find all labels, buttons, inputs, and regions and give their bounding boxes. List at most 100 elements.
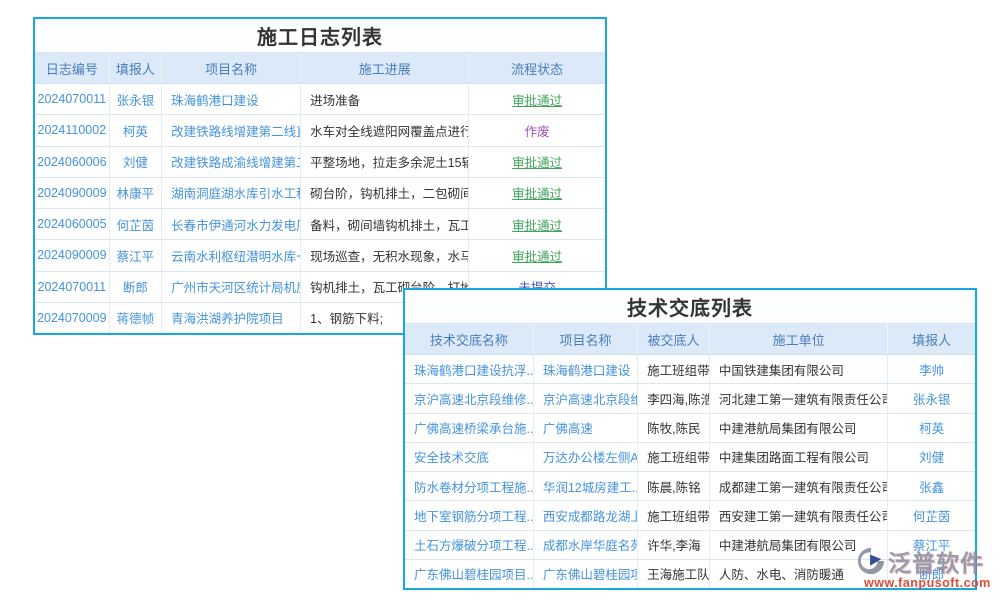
technical-disclosure-body: 珠海鹤港口建设抗浮... 珠海鹤港口建设 施工班组带班... 中国铁建集团有限公… (405, 355, 975, 588)
disclosure-name-link[interactable]: 安全技术交底 (405, 443, 534, 471)
log-reporter-link[interactable]: 柯英 (110, 115, 162, 145)
disclosure-table-row[interactable]: 安全技术交底 万达办公楼左侧A... 施工班组带班... 中建集团路面工程有限公… (405, 442, 975, 471)
disclosure-reporter-link[interactable]: 断郎 (888, 560, 975, 588)
disclosure-name-link[interactable]: 京沪高速北京段维修... (405, 384, 534, 412)
disclosure-table-row[interactable]: 土石方爆破分项工程... 成都水岸华庭名苑... 许华,李海 中建港航局集团有限… (405, 530, 975, 559)
log-table-row[interactable]: 2024060005 何芷茵 长春市伊通河水力发电厂... 备料，砌间墙钩机排土… (35, 208, 605, 239)
construction-unit-text: 中建港航局集团有限公司 (710, 531, 888, 559)
disclosure-project-link[interactable]: 珠海鹤港口建设 (534, 355, 638, 383)
column-header-project: 项目名称 (162, 53, 301, 83)
disclosed-person-text: 陈牧,陈民 (638, 414, 710, 442)
disclosure-reporter-link[interactable]: 张鑫 (888, 472, 975, 500)
disclosed-person-text: 陈晨,陈铭 (638, 472, 710, 500)
disclosure-reporter-link[interactable]: 柯英 (888, 414, 975, 442)
construction-unit-text: 河北建工第一建筑有限责任公司 (710, 384, 888, 412)
log-progress-text: 水车对全线遮阳网覆盖点进行... (301, 115, 469, 145)
construction-unit-text: 西安建工第一建筑有限责任公司 (710, 501, 888, 529)
disclosure-name-link[interactable]: 防水卷材分项工程施... (405, 472, 534, 500)
log-id-link[interactable]: 2024110002 (35, 115, 110, 145)
log-project-link[interactable]: 改建铁路线增建第二线直... (162, 115, 301, 145)
column-header-project-name: 项目名称 (534, 324, 638, 354)
construction-unit-text: 人防、水电、消防暖通 (710, 560, 888, 588)
log-progress-text: 平整场地，拉走多余泥土15辆... (301, 147, 469, 177)
disclosure-reporter-link[interactable]: 刘健 (888, 443, 975, 471)
disclosure-project-link[interactable]: 万达办公楼左侧A... (534, 443, 638, 471)
disclosure-project-link[interactable]: 广东佛山碧桂园项目 (534, 560, 638, 588)
construction-unit-text: 中建港航局集团有限公司 (710, 414, 888, 442)
column-header-reporter: 填报人 (888, 324, 975, 354)
log-progress-text: 备料，砌间墙钩机排土，瓦工... (301, 209, 469, 239)
log-project-link[interactable]: 青海洪湖养护院项目 (162, 303, 301, 333)
log-table-row[interactable]: 2024060006 刘健 改建铁路成渝线增建第二... 平整场地，拉走多余泥土… (35, 146, 605, 177)
disclosure-name-link[interactable]: 广东佛山碧桂园项目... (405, 560, 534, 588)
log-reporter-link[interactable]: 何芷茵 (110, 209, 162, 239)
technical-disclosure-title: 技术交底列表 (405, 290, 975, 324)
log-table-row[interactable]: 2024110002 柯英 改建铁路线增建第二线直... 水车对全线遮阳网覆盖点… (35, 114, 605, 145)
log-table-row[interactable]: 2024090009 林康平 湖南洞庭湖水库引水工程... 砌台阶，钩机排土，二… (35, 177, 605, 208)
log-reporter-link[interactable]: 林康平 (110, 178, 162, 208)
disclosure-name-link[interactable]: 土石方爆破分项工程... (405, 531, 534, 559)
log-project-link[interactable]: 广州市天河区统计局机房... (162, 272, 301, 302)
log-project-link[interactable]: 改建铁路成渝线增建第二... (162, 147, 301, 177)
disclosure-reporter-link[interactable]: 张永银 (888, 384, 975, 412)
log-id-link[interactable]: 2024070011 (35, 272, 110, 302)
log-id-link[interactable]: 2024090009 (35, 178, 110, 208)
construction-unit-text: 中国铁建集团有限公司 (710, 355, 888, 383)
log-reporter-link[interactable]: 张永银 (110, 84, 162, 114)
disclosed-person-text: 李四海,陈浩 (638, 384, 710, 412)
disclosure-project-link[interactable]: 成都水岸华庭名苑... (534, 531, 638, 559)
log-id-link[interactable]: 2024060005 (35, 209, 110, 239)
log-project-link[interactable]: 珠海鹤港口建设 (162, 84, 301, 114)
log-status-link[interactable]: 审批通过 (469, 178, 605, 208)
column-header-disclosed-person: 被交底人 (638, 324, 710, 354)
log-id-link[interactable]: 2024070011 (35, 84, 110, 114)
disclosure-name-link[interactable]: 地下室钢筋分项工程... (405, 501, 534, 529)
log-status-link[interactable]: 审批通过 (469, 147, 605, 177)
log-progress-text: 现场巡查，无积水现象，水马... (301, 240, 469, 270)
log-status-link[interactable]: 审批通过 (469, 209, 605, 239)
column-header-construction-unit: 施工单位 (710, 324, 888, 354)
disclosure-reporter-link[interactable]: 李帅 (888, 355, 975, 383)
log-id-link[interactable]: 2024090009 (35, 240, 110, 270)
log-status-link[interactable]: 审批通过 (469, 240, 605, 270)
log-reporter-link[interactable]: 断郎 (110, 272, 162, 302)
log-progress-text: 进场准备 (301, 84, 469, 114)
log-project-link[interactable]: 云南水利枢纽潜明水库一... (162, 240, 301, 270)
disclosure-project-link[interactable]: 西安成都路龙湖上... (534, 501, 638, 529)
disclosure-project-link[interactable]: 华润12城房建工... (534, 472, 638, 500)
log-project-link[interactable]: 长春市伊通河水力发电厂... (162, 209, 301, 239)
disclosure-name-link[interactable]: 珠海鹤港口建设抗浮... (405, 355, 534, 383)
column-header-progress: 施工进展 (301, 53, 469, 83)
log-status-link[interactable]: 审批通过 (469, 84, 605, 114)
disclosure-table-row[interactable]: 广佛高速桥梁承台施... 广佛高速 陈牧,陈民 中建港航局集团有限公司 柯英 (405, 413, 975, 442)
log-table-row[interactable]: 2024090009 蔡江平 云南水利枢纽潜明水库一... 现场巡查，无积水现象… (35, 239, 605, 270)
log-reporter-link[interactable]: 蒋德帧 (110, 303, 162, 333)
disclosure-table-row[interactable]: 珠海鹤港口建设抗浮... 珠海鹤港口建设 施工班组带班... 中国铁建集团有限公… (405, 355, 975, 383)
technical-disclosure-header-row: 技术交底名称 项目名称 被交底人 施工单位 填报人 (405, 324, 975, 355)
disclosure-project-link[interactable]: 京沪高速北京段维修 (534, 384, 638, 412)
log-reporter-link[interactable]: 刘健 (110, 147, 162, 177)
log-table-row[interactable]: 2024070011 张永银 珠海鹤港口建设 进场准备 审批通过 (35, 84, 605, 114)
disclosure-reporter-link[interactable]: 何芷茵 (888, 501, 975, 529)
disclosed-person-text: 施工班组带班... (638, 355, 710, 383)
disclosure-table-row[interactable]: 地下室钢筋分项工程... 西安成都路龙湖上... 施工班组带班... 西安建工第… (405, 500, 975, 529)
disclosure-project-link[interactable]: 广佛高速 (534, 414, 638, 442)
log-project-link[interactable]: 湖南洞庭湖水库引水工程... (162, 178, 301, 208)
column-header-status: 流程状态 (469, 53, 605, 83)
log-status-link[interactable]: 作废 (469, 115, 605, 145)
construction-log-title: 施工日志列表 (35, 19, 605, 53)
disclosure-table-row[interactable]: 广东佛山碧桂园项目... 广东佛山碧桂园项目 王海施工队全队 人防、水电、消防暖… (405, 559, 975, 588)
disclosed-person-text: 施工班组带班... (638, 443, 710, 471)
disclosed-person-text: 许华,李海 (638, 531, 710, 559)
column-header-disclosure-name: 技术交底名称 (405, 324, 534, 354)
disclosure-name-link[interactable]: 广佛高速桥梁承台施... (405, 414, 534, 442)
log-id-link[interactable]: 2024070009 (35, 303, 110, 333)
log-reporter-link[interactable]: 蔡江平 (110, 240, 162, 270)
log-progress-text: 砌台阶，钩机排土，二包砌间... (301, 178, 469, 208)
disclosure-table-row[interactable]: 京沪高速北京段维修... 京沪高速北京段维修 李四海,陈浩 河北建工第一建筑有限… (405, 383, 975, 412)
column-header-log-id: 日志编号 (35, 53, 110, 83)
construction-log-header-row: 日志编号 填报人 项目名称 施工进展 流程状态 (35, 53, 605, 84)
disclosure-reporter-link[interactable]: 蔡江平 (888, 531, 975, 559)
log-id-link[interactable]: 2024060006 (35, 147, 110, 177)
disclosure-table-row[interactable]: 防水卷材分项工程施... 华润12城房建工... 陈晨,陈铭 成都建工第一建筑有… (405, 471, 975, 500)
